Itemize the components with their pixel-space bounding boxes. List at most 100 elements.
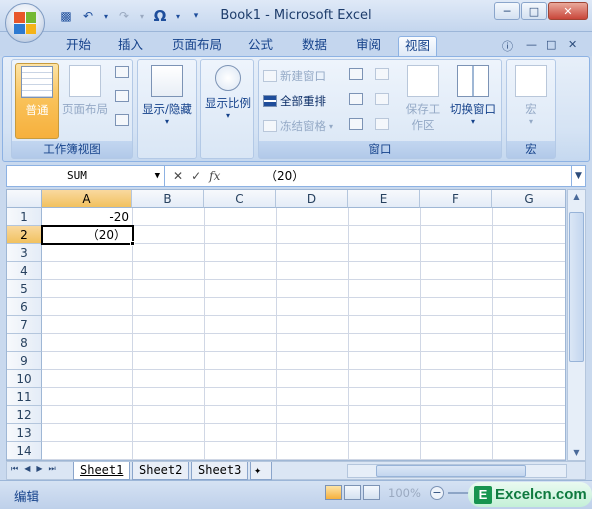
column-header-e[interactable]: E: [348, 190, 420, 208]
save-workspace-button[interactable]: 保存工作区: [401, 63, 445, 139]
column-header-b[interactable]: B: [132, 190, 204, 208]
ribbon: 普通 页面布局 工作簿视图 显示/隐藏 ▾ 显示比例 ▾ 新建窗口 全部重排 冻…: [2, 56, 590, 162]
vertical-scrollbar[interactable]: ▲ ▼: [567, 189, 586, 461]
tab-view[interactable]: 视图: [398, 36, 438, 56]
prev-sheet-icon[interactable]: ◀: [24, 464, 30, 474]
row-header-9[interactable]: 9: [7, 352, 42, 370]
sync-scroll-button[interactable]: [375, 93, 389, 105]
split-button[interactable]: [349, 68, 363, 80]
tab-insert[interactable]: 插入: [112, 36, 149, 56]
macros-button-label: 宏: [525, 102, 537, 116]
column-header-f[interactable]: F: [420, 190, 492, 208]
group-macros: 宏 ▾ 宏: [506, 59, 556, 159]
page-break-preview-button[interactable]: [115, 66, 129, 78]
close-button[interactable]: ✕: [548, 2, 588, 20]
switch-windows-button[interactable]: 切换窗口 ▾: [447, 63, 499, 139]
side-by-side-icon: [375, 68, 389, 80]
vertical-scroll-thumb[interactable]: [569, 212, 584, 362]
formula-input[interactable]: （20）: [265, 166, 304, 186]
scroll-down-icon[interactable]: ▼: [569, 446, 584, 460]
freeze-panes-button[interactable]: 冻结窗格 ▾: [263, 118, 333, 134]
normal-view-shortcut-icon[interactable]: [325, 485, 342, 500]
fill-handle[interactable]: [130, 241, 135, 246]
name-box-dropdown-icon[interactable]: ▼: [155, 166, 160, 186]
reset-position-button[interactable]: [375, 118, 389, 130]
row-header-1[interactable]: 1: [7, 208, 42, 226]
minimize-button[interactable]: ─: [494, 2, 520, 20]
formula-bar-expand-icon[interactable]: ▼: [571, 166, 585, 186]
ribbon-restore-icon[interactable]: □: [546, 38, 556, 51]
row-header-7[interactable]: 7: [7, 316, 42, 334]
tab-home[interactable]: 开始: [60, 36, 97, 56]
macros-button[interactable]: 宏 ▾: [510, 63, 552, 139]
show-hide-button[interactable]: 显示/隐藏 ▾: [140, 63, 194, 139]
column-header-g[interactable]: G: [492, 190, 565, 208]
ribbon-close-icon[interactable]: ✕: [568, 38, 577, 51]
help-icon[interactable]: ⓘ: [502, 38, 513, 54]
column-header-c[interactable]: C: [204, 190, 276, 208]
gridline: [42, 459, 565, 460]
column-header-d[interactable]: D: [276, 190, 348, 208]
row-header-8[interactable]: 8: [7, 334, 42, 352]
horizontal-scroll-thumb[interactable]: [376, 465, 526, 477]
row-header-10[interactable]: 10: [7, 370, 42, 388]
select-all-corner[interactable]: [7, 190, 42, 208]
custom-views-button[interactable]: [115, 90, 129, 102]
row-header-11[interactable]: 11: [7, 388, 42, 406]
ribbon-minimize-icon[interactable]: —: [526, 38, 537, 51]
show-hide-label: 显示/隐藏: [142, 102, 192, 116]
show-hide-icon: [151, 65, 183, 97]
first-sheet-icon[interactable]: ⏮: [11, 464, 18, 474]
sheet-tab-1[interactable]: Sheet1: [73, 462, 131, 480]
row-header-12[interactable]: 12: [7, 406, 42, 424]
new-window-button[interactable]: 新建窗口: [263, 68, 326, 84]
full-screen-button[interactable]: [115, 114, 129, 126]
page-layout-view-button[interactable]: 页面布局: [60, 63, 110, 139]
tab-page-layout[interactable]: 页面布局: [166, 36, 228, 56]
page-layout-shortcut-icon[interactable]: [344, 485, 361, 500]
group-window: 新建窗口 全部重排 冻结窗格 ▾ 保存工作区 切换窗口 ▾ 窗口: [258, 59, 502, 159]
tab-data[interactable]: 数据: [296, 36, 333, 56]
sync-scroll-icon: [375, 93, 389, 105]
zoom-out-icon[interactable]: −: [430, 486, 444, 500]
sheet-tab-3[interactable]: Sheet3: [191, 462, 249, 480]
gridline: [42, 315, 565, 316]
freeze-panes-dropdown-icon: ▾: [329, 121, 334, 131]
name-box[interactable]: SUM ▼: [7, 166, 165, 186]
column-header-a[interactable]: A: [42, 190, 132, 208]
watermark-text: Excelcn.com: [495, 486, 587, 503]
unhide-window-button[interactable]: [349, 118, 363, 130]
insert-function-icon[interactable]: fx: [209, 169, 220, 183]
gridline: [42, 333, 565, 334]
cell-a1[interactable]: -20: [42, 208, 132, 226]
sheet-tab-2[interactable]: Sheet2: [132, 462, 190, 480]
tab-formulas[interactable]: 公式: [242, 36, 279, 56]
zoom-level[interactable]: 100%: [388, 486, 421, 500]
view-side-by-side-button[interactable]: [375, 68, 389, 80]
page-break-shortcut-icon[interactable]: [363, 485, 380, 500]
arrange-all-button[interactable]: 全部重排: [263, 93, 326, 109]
horizontal-scrollbar[interactable]: [347, 464, 567, 478]
row-header-5[interactable]: 5: [7, 280, 42, 298]
tab-review[interactable]: 审阅: [350, 36, 387, 56]
office-button[interactable]: [5, 3, 45, 43]
scroll-up-icon[interactable]: ▲: [569, 190, 584, 204]
enter-check-icon[interactable]: ✓: [191, 169, 201, 183]
insert-sheet-icon[interactable]: ✦: [250, 462, 272, 480]
row-header-2[interactable]: 2: [7, 226, 42, 244]
restore-button[interactable]: □: [521, 2, 547, 20]
next-sheet-icon[interactable]: ▶: [36, 464, 42, 474]
gridline: [42, 297, 565, 298]
last-sheet-icon[interactable]: ⏭: [49, 464, 56, 474]
row-header-3[interactable]: 3: [7, 244, 42, 262]
worksheet-grid[interactable]: A B C D E F G 1 2 3 4 5 6 7 8 9 10 11 12…: [6, 189, 566, 461]
row-header-13[interactable]: 13: [7, 424, 42, 442]
zoom-button[interactable]: 显示比例 ▾: [203, 63, 253, 139]
cancel-icon[interactable]: ✕: [173, 169, 183, 183]
row-header-6[interactable]: 6: [7, 298, 42, 316]
normal-view-button[interactable]: 普通: [15, 63, 59, 139]
row-header-14[interactable]: 14: [7, 442, 42, 460]
hide-window-button[interactable]: [349, 93, 363, 105]
row-header-4[interactable]: 4: [7, 262, 42, 280]
office-logo-icon: [14, 12, 36, 34]
